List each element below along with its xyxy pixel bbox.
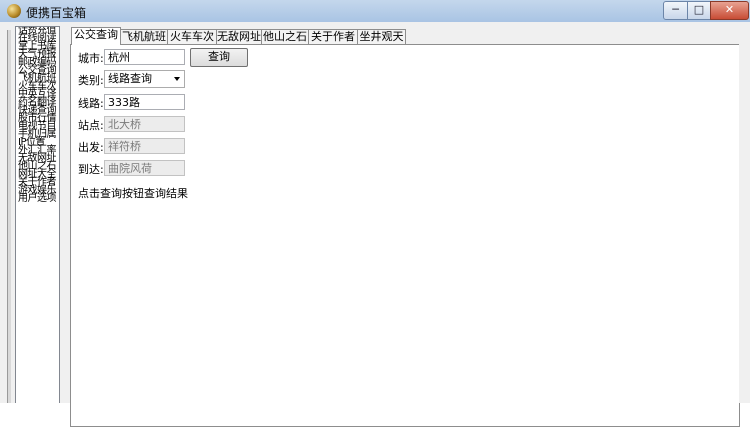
arrive-input: 曲院风荷 <box>104 160 185 176</box>
right-edge <box>739 44 750 403</box>
left-splitter[interactable] <box>7 30 11 403</box>
category-select[interactable]: 线路查询 <box>104 70 185 88</box>
category-label: 类别: <box>78 74 104 87</box>
route-label: 线路: <box>78 97 104 110</box>
city-input[interactable]: 杭州 <box>104 49 185 65</box>
route-input[interactable]: 333路 <box>104 94 185 110</box>
query-hint: 点击查询按钮查询结果 <box>78 187 188 200</box>
category-value: 线路查询 <box>108 72 152 85</box>
sidebar-list[interactable]: 话费充值 在线阅读 掌上书库 天气预报 邮政编码 公交查询 飞机航班 火车车次 … <box>15 26 60 403</box>
tab-bus-query[interactable]: 公交查询 <box>71 27 121 45</box>
station-input: 北大桥 <box>104 116 185 132</box>
station-label: 站点: <box>78 119 104 132</box>
depart-input: 祥符桥 <box>104 138 185 154</box>
minimize-button[interactable]: ─ <box>663 1 688 20</box>
tab-trains[interactable]: 火车车次 <box>167 29 217 44</box>
tab-about-author[interactable]: 关于作者 <box>308 29 358 44</box>
window-title: 便携百宝箱 <box>26 6 87 20</box>
sidebar-item[interactable]: 用户选项 <box>16 194 59 204</box>
bus-query-panel: 城市: 杭州 查询 类别: 线路查询 线路: 333路 站点: 北大桥 出发: … <box>70 44 740 427</box>
maximize-button[interactable]: □ <box>687 1 711 20</box>
tab-websites[interactable]: 无敌网址 <box>216 29 262 44</box>
title-bar: 便携百宝箱 ─ □ ✕ <box>0 0 750 22</box>
close-button[interactable]: ✕ <box>710 1 749 20</box>
tab-other-stones[interactable]: 他山之石 <box>261 29 309 44</box>
tab-flights[interactable]: 飞机航班 <box>120 29 168 44</box>
chevron-down-icon <box>174 77 180 81</box>
window-client-area: 话费充值 在线阅读 掌上书库 天气预报 邮政编码 公交查询 飞机航班 火车车次 … <box>0 22 750 427</box>
depart-label: 出发: <box>78 141 104 154</box>
city-label: 城市: <box>78 52 104 65</box>
query-button[interactable]: 查询 <box>190 48 248 67</box>
tab-view[interactable]: 坐井观天 <box>357 29 406 44</box>
arrive-label: 到达: <box>78 163 104 176</box>
app-icon <box>7 4 21 18</box>
